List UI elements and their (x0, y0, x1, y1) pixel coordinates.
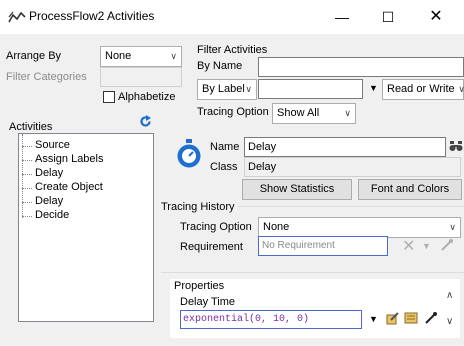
arrange-by-value: None (105, 50, 132, 62)
tree-connector (22, 174, 32, 175)
chevron-down-icon: ∨ (449, 222, 456, 232)
properties-header: Properties (174, 280, 225, 292)
edit-icon[interactable] (386, 311, 400, 325)
filter-tracing-option-value: Show All (277, 107, 320, 119)
minimize-button[interactable]: — (322, 2, 362, 32)
activities-list[interactable]: Source Assign Labels Delay Create Object… (18, 133, 154, 322)
show-statistics-button[interactable]: Show Statistics (242, 179, 352, 200)
filter-categories-field[interactable] (100, 67, 182, 87)
by-name-input[interactable] (258, 57, 464, 77)
name-label: Name (210, 141, 240, 153)
tree-connector (22, 146, 32, 147)
requirement-label: Requirement (180, 241, 243, 253)
tree-connector (22, 202, 32, 203)
by-label-select[interactable]: By Label ∨ (197, 79, 257, 100)
arrange-by-select[interactable]: None ∨ (100, 46, 182, 67)
delay-time-label: Delay Time (180, 296, 236, 308)
code-icon[interactable] (404, 311, 418, 325)
class-label: Class (210, 161, 238, 173)
eyedropper-icon[interactable] (424, 311, 438, 325)
properties-divider (161, 272, 464, 273)
stopwatch-icon (177, 139, 201, 168)
chevron-down-icon: ∨ (245, 84, 252, 94)
scroll-up-icon[interactable]: ∧ (446, 290, 453, 301)
read-write-value: Read or Write (387, 83, 455, 95)
filter-activities-header: Filter Activities (197, 44, 268, 56)
list-item[interactable]: Delay (35, 167, 63, 179)
tracing-option-value: None (263, 221, 290, 233)
tracing-history-header: Tracing History (161, 201, 238, 213)
tree-connector (22, 188, 32, 189)
refresh-icon[interactable] (139, 115, 152, 128)
list-item[interactable]: Delay (35, 195, 63, 207)
filter-tracing-option-select[interactable]: Show All ∨ (272, 103, 356, 124)
filter-categories-label: Filter Categories (6, 71, 87, 83)
dropdown-icon[interactable]: ▼ (369, 83, 378, 93)
window-title: ProcessFlow2 Activities (29, 9, 155, 23)
list-item[interactable]: Create Object (35, 181, 103, 193)
tracing-option-select[interactable]: None ∨ (258, 217, 461, 238)
dropdown-icon[interactable]: ▼ (422, 241, 431, 251)
list-item[interactable]: Source (35, 139, 70, 151)
list-item[interactable]: Decide (35, 209, 69, 221)
class-field: Delay (244, 157, 461, 177)
chevron-down-icon: ∨ (458, 84, 464, 94)
alphabetize-checkbox[interactable] (103, 91, 115, 103)
alphabetize-label: Alphabetize (118, 91, 176, 103)
chevron-down-icon: ∨ (170, 51, 177, 61)
arrange-by-label: Arrange By (6, 50, 62, 62)
scroll-down-icon[interactable]: ∨ (446, 316, 453, 327)
tree-connector (22, 216, 32, 217)
activities-label: Activities (9, 121, 53, 133)
font-and-colors-button[interactable]: Font and Colors (358, 179, 462, 200)
filter-tracing-option-label: Tracing Option (197, 106, 269, 118)
dropdown-icon[interactable]: ▼ (369, 314, 378, 324)
maximize-button[interactable]: ☐ (368, 2, 408, 32)
by-name-label: By Name (197, 60, 243, 72)
eyedropper-icon[interactable] (440, 238, 454, 252)
list-item[interactable]: Assign Labels (35, 153, 104, 165)
clear-icon[interactable]: ✕ (402, 236, 415, 256)
requirement-input[interactable]: No Requirement (258, 236, 388, 256)
tree-connector (22, 160, 32, 161)
by-label-value: By Label (202, 83, 245, 95)
name-input[interactable]: Delay (244, 137, 446, 157)
read-write-select[interactable]: Read or Write ∨ (382, 79, 464, 100)
tracing-option-label: Tracing Option (180, 221, 252, 233)
delay-time-input[interactable]: exponential(0, 10, 0) (180, 310, 362, 329)
processflow-icon (8, 11, 26, 23)
close-button[interactable]: ✕ (416, 2, 456, 32)
chevron-down-icon: ∨ (344, 108, 351, 118)
label-filter-input[interactable] (258, 79, 363, 99)
binoculars-icon[interactable] (449, 140, 463, 152)
